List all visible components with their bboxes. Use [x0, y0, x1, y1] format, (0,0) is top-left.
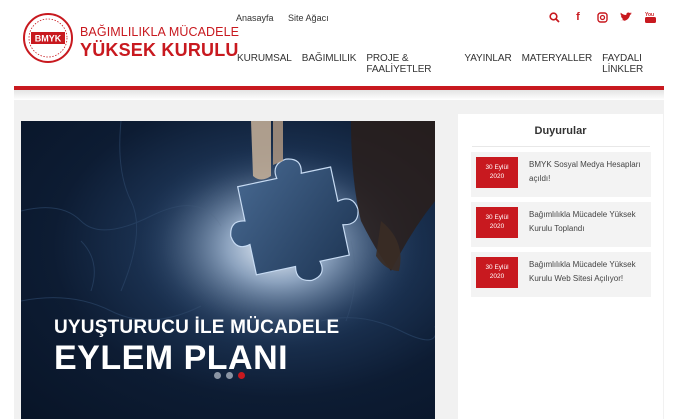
announcements-divider — [472, 146, 650, 147]
nav-kurumsal[interactable]: KURUMSAL — [237, 53, 292, 75]
announcement-text[interactable]: BMYK Sosyal Medya Hesapları açıldı! — [529, 158, 647, 186]
twitter-icon[interactable] — [619, 10, 633, 24]
announcement-text[interactable]: Bağımlılıkla Mücadele Yüksek Kurulu Topl… — [529, 208, 647, 236]
bmyk-logo[interactable]: BMYK — [22, 12, 74, 64]
hero-slider[interactable]: UYUŞTURUCU İLE MÜCADELE EYLEM PLANI — [21, 121, 435, 419]
nav-yayinlar[interactable]: YAYINLAR — [464, 53, 511, 75]
announcement-date-day: 30 Eylül — [485, 214, 509, 221]
slider-dot-3[interactable] — [238, 372, 245, 379]
search-icon[interactable] — [547, 10, 561, 24]
header-shadow — [14, 90, 664, 100]
site-header: BMYK BAĞIMLILIKLA MÜCADELE YÜKSEK KURULU… — [0, 0, 679, 88]
brand-name[interactable]: BAĞIMLILIKLA MÜCADELE YÜKSEK KURULU — [80, 25, 239, 61]
slider-pagination — [214, 372, 245, 379]
brand-line2: YÜKSEK KURULU — [80, 40, 239, 60]
nav-materyaller[interactable]: MATERYALLER — [522, 53, 593, 75]
announcement-date-badge: 30 Eylül 2020 — [476, 157, 518, 188]
toplink-site-agaci[interactable]: Site Ağacı — [288, 13, 329, 23]
youtube-icon[interactable]: You — [643, 10, 657, 24]
announcement-date-year: 2020 — [489, 273, 505, 280]
slider-dot-2[interactable] — [226, 372, 233, 379]
announcement-date-badge: 30 Eylül 2020 — [476, 207, 518, 238]
announcements-title: Duyurular — [534, 125, 587, 137]
announcement-date-year: 2020 — [489, 223, 505, 230]
nav-proje-faaliyetler[interactable]: PROJE & FAALİYETLER — [366, 53, 454, 75]
main-nav: KURUMSAL BAĞIMLILIK PROJE & FAALİYETLER … — [237, 53, 679, 75]
announcement-date-day: 30 Eylül — [485, 164, 509, 171]
nav-faydali-linkler[interactable]: FAYDALI LİNKLER — [602, 53, 669, 75]
social-icons: f You — [547, 10, 657, 24]
slider-dot-1[interactable] — [214, 372, 221, 379]
slider-title-line1: UYUŞTURUCU İLE MÜCADELE — [54, 317, 340, 338]
slider-title-line2: EYLEM PLANI — [54, 339, 289, 377]
brand-line1: BAĞIMLILIKLA MÜCADELE — [80, 25, 240, 39]
announcement-item[interactable]: 30 Eylül 2020 BMYK Sosyal Medya Hesaplar… — [471, 152, 651, 197]
instagram-icon[interactable] — [595, 10, 609, 24]
announcement-date-badge: 30 Eylül 2020 — [476, 257, 518, 288]
top-links: Anasayfa Site Ağacı — [236, 13, 341, 23]
announcement-date-year: 2020 — [489, 173, 505, 180]
nav-bagimlilik[interactable]: BAĞIMLILIK — [302, 53, 357, 75]
facebook-icon[interactable]: f — [571, 10, 585, 24]
announcement-item[interactable]: 30 Eylül 2020 Bağımlılıkla Mücadele Yüks… — [471, 202, 651, 247]
announcement-date-day: 30 Eylül — [485, 264, 509, 271]
announcement-text[interactable]: Bağımlılıkla Mücadele Yüksek Kurulu Web … — [529, 258, 647, 286]
announcements-panel: Duyurular 30 Eylül 2020 BMYK Sosyal Medy… — [458, 114, 663, 419]
toplink-anasayfa[interactable]: Anasayfa — [236, 13, 274, 23]
logo-text: BMYK — [35, 34, 62, 44]
announcement-item[interactable]: 30 Eylül 2020 Bağımlılıkla Mücadele Yüks… — [471, 252, 651, 297]
